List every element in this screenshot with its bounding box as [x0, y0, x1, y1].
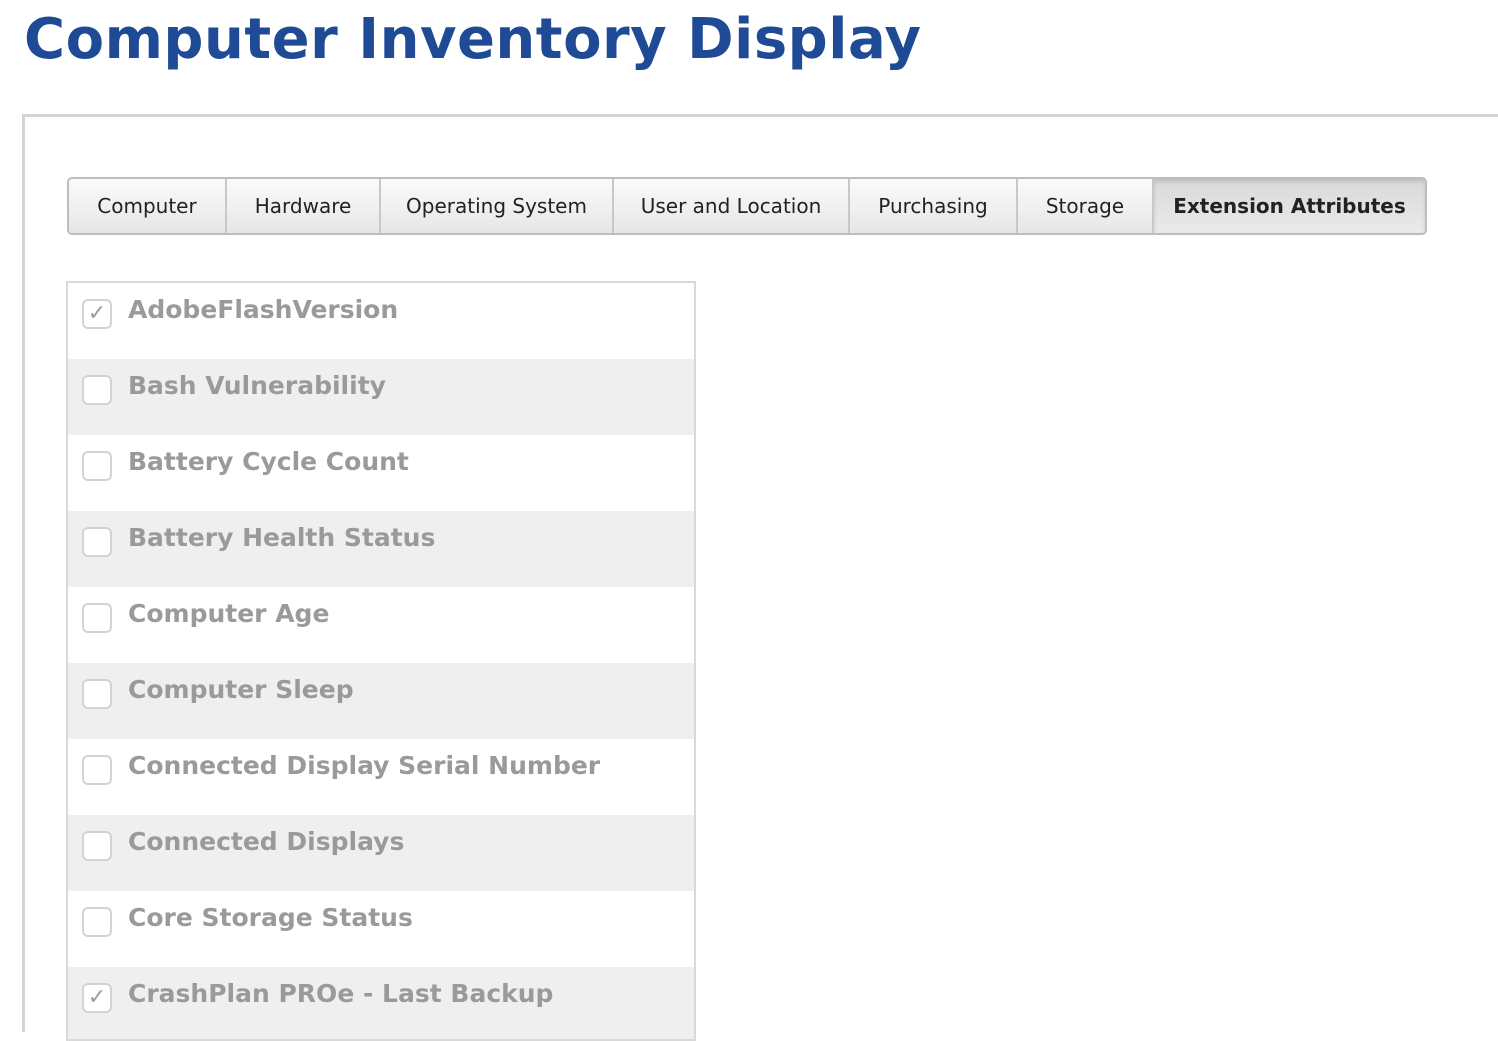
attribute-label: Connected Display Serial Number [128, 751, 601, 780]
tab-storage[interactable]: Storage [1018, 179, 1154, 233]
attribute-checkbox[interactable]: ✓ [82, 983, 112, 1013]
list-item: Connected Displays [68, 815, 694, 891]
attribute-label: CrashPlan PROe - Last Backup [128, 979, 554, 1008]
tab-user-and-location[interactable]: User and Location [614, 179, 850, 233]
list-item: Bash Vulnerability [68, 359, 694, 435]
category-tabs: Computer Hardware Operating System User … [67, 177, 1427, 235]
tab-extension-attributes[interactable]: Extension Attributes [1154, 179, 1425, 233]
tab-computer[interactable]: Computer [69, 179, 227, 233]
list-item: Battery Cycle Count [68, 435, 694, 511]
attribute-checkbox[interactable] [82, 755, 112, 785]
tab-purchasing[interactable]: Purchasing [850, 179, 1018, 233]
attribute-label: Battery Health Status [128, 523, 436, 552]
page-title: Computer Inventory Display [24, 7, 922, 72]
inventory-panel: Computer Hardware Operating System User … [22, 114, 1498, 1041]
attribute-label: AdobeFlashVersion [128, 295, 399, 324]
attribute-label: Core Storage Status [128, 903, 413, 932]
attribute-label: Connected Displays [128, 827, 405, 856]
list-item: Core Storage Status [68, 891, 694, 967]
attribute-checkbox[interactable] [82, 679, 112, 709]
checkmark-icon: ✓ [87, 301, 107, 326]
list-item: ✓ AdobeFlashVersion [68, 283, 694, 359]
attribute-label: Bash Vulnerability [128, 371, 386, 400]
attribute-checkbox[interactable] [82, 375, 112, 405]
list-item: Computer Age [68, 587, 694, 663]
attribute-checkbox[interactable] [82, 527, 112, 557]
extension-attribute-list: ✓ AdobeFlashVersion Bash Vulnerability B… [66, 281, 696, 1041]
attribute-checkbox[interactable] [82, 831, 112, 861]
attribute-label: Battery Cycle Count [128, 447, 409, 476]
attribute-label: Computer Sleep [128, 675, 354, 704]
checkmark-icon: ✓ [87, 985, 107, 1010]
list-item: ✓ CrashPlan PROe - Last Backup [68, 967, 694, 1039]
list-item: Battery Health Status [68, 511, 694, 587]
attribute-checkbox[interactable]: ✓ [82, 299, 112, 329]
list-item: Computer Sleep [68, 663, 694, 739]
attribute-checkbox[interactable] [82, 907, 112, 937]
attribute-label: Computer Age [128, 599, 330, 628]
list-item: Connected Display Serial Number [68, 739, 694, 815]
attribute-checkbox[interactable] [82, 603, 112, 633]
attribute-checkbox[interactable] [82, 451, 112, 481]
tab-operating-system[interactable]: Operating System [381, 179, 614, 233]
tab-hardware[interactable]: Hardware [227, 179, 381, 233]
